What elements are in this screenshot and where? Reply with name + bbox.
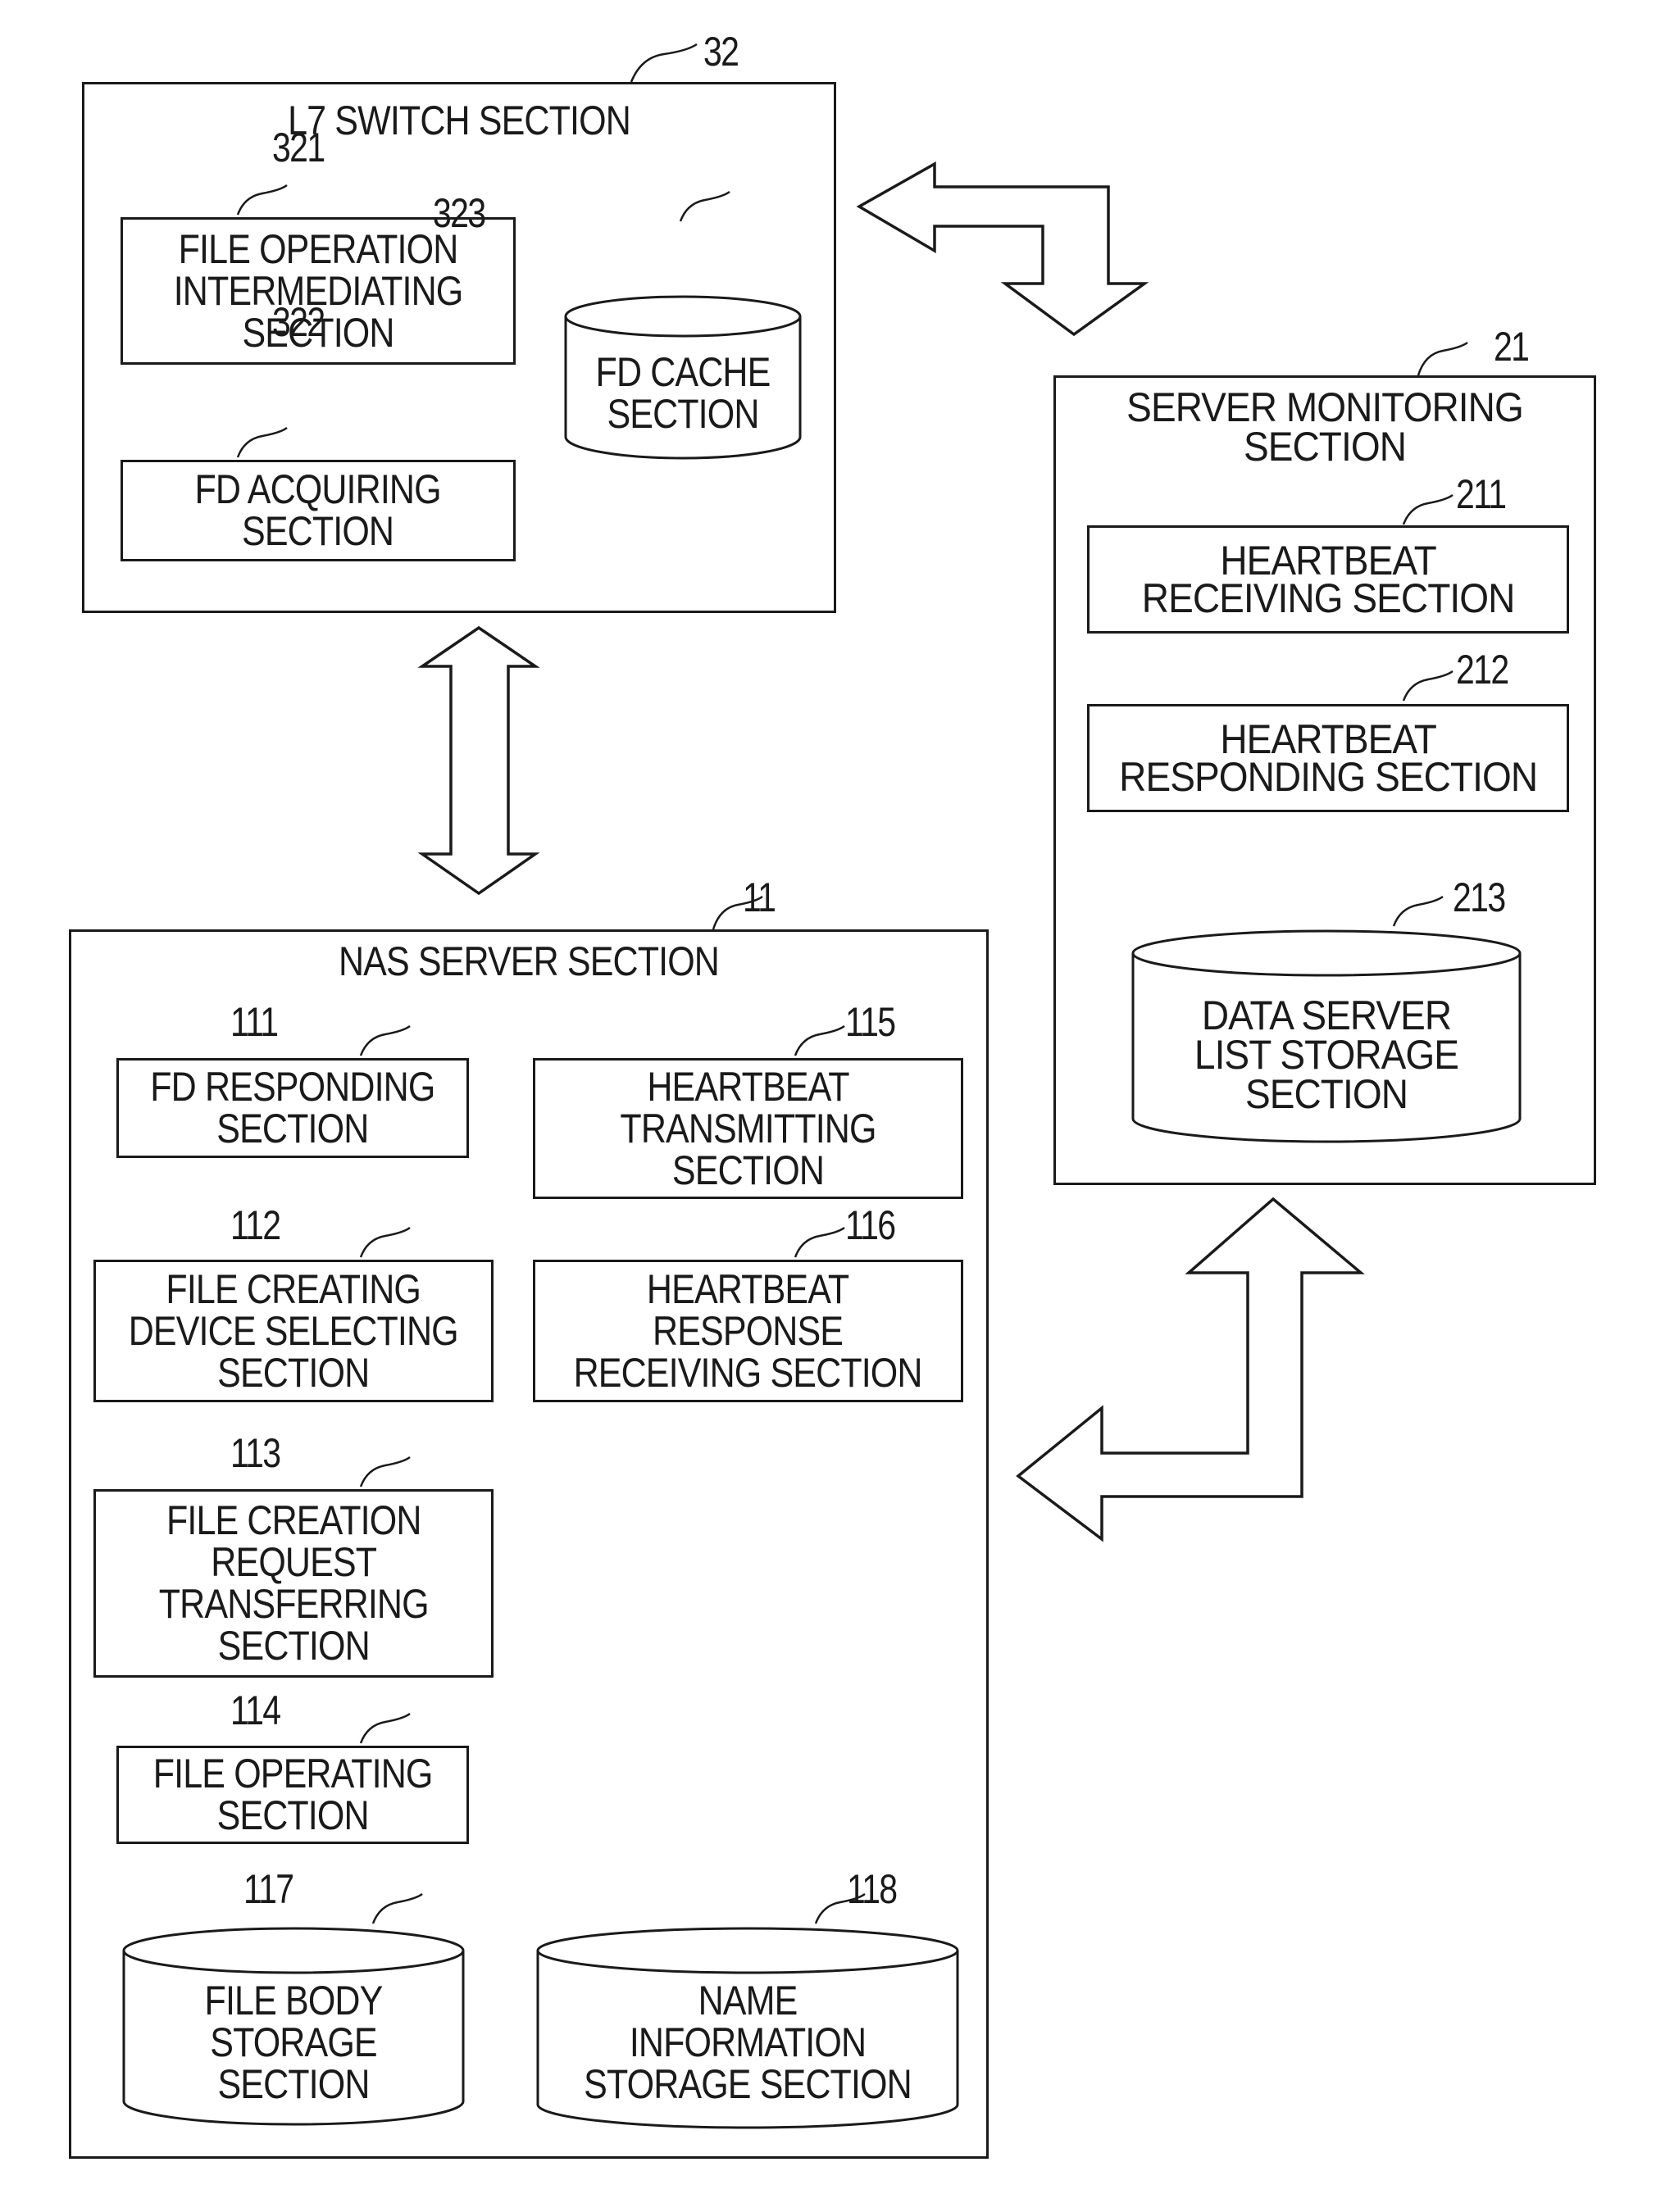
nas-server-section: NAS SERVER SECTION FD RESPONDING SECTION… bbox=[69, 929, 989, 2159]
ref-32: 32 bbox=[703, 29, 739, 75]
file-creating-device-selecting-label: FILE CREATING DEVICE SELECTING SECTION bbox=[128, 1265, 459, 1396]
double-arrow-l7-to-monitoring bbox=[856, 161, 1149, 337]
fd-acquiring-section: FD ACQUIRING SECTION bbox=[121, 460, 516, 561]
server-monitoring-section: SERVER MONITORING SECTION HEARTBEAT RECE… bbox=[1053, 375, 1596, 1185]
ref-211: 211 bbox=[1456, 471, 1507, 517]
ref-213: 213 bbox=[1453, 874, 1506, 920]
fd-acquiring-label: FD ACQUIRING SECTION bbox=[194, 466, 442, 554]
ref-116: 116 bbox=[845, 1202, 896, 1248]
leader-line-32 bbox=[630, 43, 698, 83]
heartbeat-transmitting-section: HEARTBEAT TRANSMITTING SECTION bbox=[533, 1058, 963, 1199]
name-information-storage-label: NAME INFORMATION STORAGE SECTION bbox=[584, 1978, 912, 2107]
fd-cache-label: FD CACHE SECTION bbox=[595, 349, 771, 437]
file-operating-section: FILE OPERATING SECTION bbox=[116, 1746, 469, 1844]
data-server-list-storage-label: DATA SERVER LIST STORAGE SECTION bbox=[1194, 992, 1459, 1117]
ref-118: 118 bbox=[847, 1866, 898, 1912]
ref-115: 115 bbox=[845, 999, 896, 1045]
ref-11: 11 bbox=[743, 874, 776, 920]
file-creating-device-selecting-section: FILE CREATING DEVICE SELECTING SECTION bbox=[93, 1260, 494, 1402]
heartbeat-receiving-label: HEARTBEAT RECEIVING SECTION bbox=[1141, 538, 1516, 621]
ref-212: 212 bbox=[1456, 647, 1509, 693]
fd-cache-section: FD CACHE SECTION bbox=[564, 295, 802, 460]
double-arrow-l7-to-nas bbox=[417, 625, 540, 896]
file-body-storage-label: FILE BODY STORAGE SECTION bbox=[204, 1978, 384, 2107]
l7-switch-section: L7 SWITCH SECTION FILE OPERATION INTERME… bbox=[82, 82, 836, 613]
leader-line-21 bbox=[1417, 341, 1468, 376]
nas-server-section-title: NAS SERVER SECTION bbox=[338, 938, 720, 984]
heartbeat-receiving-section: HEARTBEAT RECEIVING SECTION bbox=[1087, 525, 1569, 634]
file-creation-request-transferring-section: FILE CREATION REQUEST TRANSFERRING SECTI… bbox=[93, 1489, 494, 1678]
file-creation-request-transferring-label: FILE CREATION REQUEST TRANSFERRING SECTI… bbox=[158, 1497, 430, 1669]
ref-323: 323 bbox=[433, 190, 486, 236]
file-body-storage-section: FILE BODY STORAGE SECTION bbox=[122, 1926, 465, 2126]
heartbeat-response-receiving-section: HEARTBEAT RESPONSE RECEIVING SECTION bbox=[533, 1260, 963, 1402]
server-monitoring-section-title: SERVER MONITORING SECTION bbox=[1126, 384, 1524, 470]
l7-switch-section-title: L7 SWITCH SECTION bbox=[288, 98, 631, 143]
ref-321: 321 bbox=[272, 125, 325, 170]
ref-113: 113 bbox=[230, 1430, 281, 1476]
heartbeat-responding-section: HEARTBEAT RESPONDING SECTION bbox=[1087, 704, 1569, 812]
data-server-list-storage-section: DATA SERVER LIST STORAGE SECTION bbox=[1131, 929, 1522, 1143]
ref-322: 322 bbox=[272, 299, 325, 345]
ref-112: 112 bbox=[230, 1202, 281, 1248]
double-arrow-nas-to-monitoring bbox=[1016, 1197, 1365, 1542]
ref-114: 114 bbox=[230, 1687, 281, 1733]
heartbeat-responding-label: HEARTBEAT RESPONDING SECTION bbox=[1119, 716, 1538, 800]
ref-111: 111 bbox=[230, 999, 279, 1045]
file-operating-label: FILE OPERATING SECTION bbox=[152, 1751, 434, 1838]
fd-responding-section: FD RESPONDING SECTION bbox=[116, 1058, 469, 1158]
ref-117: 117 bbox=[243, 1866, 294, 1912]
heartbeat-transmitting-label: HEARTBEAT TRANSMITTING SECTION bbox=[620, 1063, 876, 1193]
name-information-storage-section: NAME INFORMATION STORAGE SECTION bbox=[536, 1926, 959, 2131]
heartbeat-response-receiving-label: HEARTBEAT RESPONSE RECEIVING SECTION bbox=[573, 1265, 923, 1396]
ref-21: 21 bbox=[1494, 324, 1530, 370]
fd-responding-label: FD RESPONDING SECTION bbox=[150, 1064, 435, 1151]
